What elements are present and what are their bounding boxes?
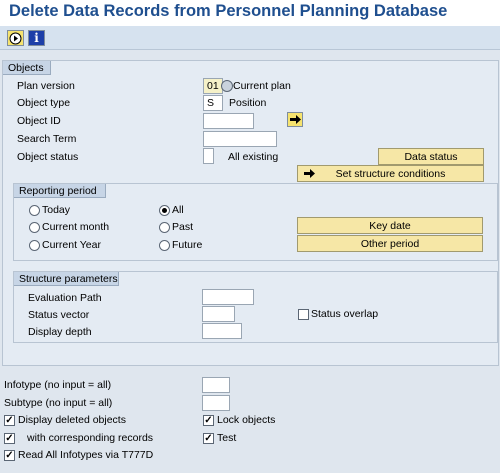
display-deleted-label: Display deleted objects	[18, 414, 126, 426]
object-status-text: All existing	[228, 151, 279, 163]
radio-past-label: Past	[172, 221, 194, 233]
radio-today-label: Today	[42, 204, 71, 216]
object-status-field[interactable]	[203, 148, 214, 164]
search-term-field[interactable]	[203, 131, 277, 147]
subtype-label: Subtype (no input = all)	[4, 397, 113, 409]
object-status-label: Object status	[17, 151, 79, 163]
lock-objects-label: Lock objects	[217, 414, 276, 426]
key-date-button[interactable]: Key date	[297, 217, 483, 234]
evaluation-path-field[interactable]	[202, 289, 254, 305]
lock-objects-checkbox[interactable]: ✓	[203, 415, 214, 426]
radio-future[interactable]	[159, 240, 170, 251]
window-title: Delete Data Records from Personnel Plann…	[0, 0, 500, 26]
other-period-button[interactable]: Other period	[297, 235, 483, 252]
object-id-field[interactable]	[203, 113, 254, 129]
object-type-label: Object type	[17, 97, 71, 109]
object-type-text: Position	[229, 97, 267, 109]
status-overlap-label: Status overlap	[311, 308, 379, 320]
radio-past[interactable]	[159, 222, 170, 233]
display-depth-field[interactable]	[202, 323, 242, 339]
structure-parameters-title: Structure parameters	[14, 272, 119, 286]
infotype-field[interactable]	[202, 377, 230, 393]
subtype-field[interactable]	[202, 395, 230, 411]
status-vector-field[interactable]	[202, 306, 235, 322]
application-toolbar: i	[0, 26, 500, 50]
multiple-selection-icon[interactable]	[287, 112, 303, 127]
radio-future-label: Future	[172, 239, 203, 251]
evaluation-path-label: Evaluation Path	[28, 292, 102, 304]
read-all-infotypes-label: Read All Infotypes via T777D	[18, 449, 154, 461]
structure-conditions-arrow-icon	[304, 169, 315, 178]
test-label: Test	[217, 432, 237, 444]
radio-all-label: All	[172, 204, 184, 216]
with-corresponding-checkbox[interactable]: ✓	[4, 433, 15, 444]
radio-current-month[interactable]	[29, 222, 40, 233]
set-structure-conditions-button[interactable]: Set structure conditions	[297, 165, 484, 182]
search-term-label: Search Term	[17, 133, 77, 145]
execute-icon[interactable]	[7, 30, 24, 46]
reporting-period-title: Reporting period	[14, 184, 106, 198]
structure-parameters-group: Structure parameters Evaluation Path Sta…	[13, 271, 498, 343]
status-vector-label: Status vector	[28, 309, 90, 321]
plan-version-label: Plan version	[17, 80, 75, 92]
radio-current-month-label: Current month	[42, 221, 110, 233]
set-structure-conditions-label: Set structure conditions	[335, 168, 446, 180]
read-all-infotypes-checkbox[interactable]: ✓	[4, 450, 15, 461]
reporting-period-group: Reporting period Today Current month Cur…	[13, 183, 498, 261]
object-id-label: Object ID	[17, 115, 61, 127]
radio-current-year-label: Current Year	[42, 239, 101, 251]
display-depth-label: Display depth	[28, 326, 92, 338]
radio-current-year[interactable]	[29, 240, 40, 251]
objects-group: Objects Plan version 01 Current plan Obj…	[2, 60, 499, 366]
infotype-label: Infotype (no input = all)	[4, 379, 112, 391]
objects-group-title: Objects	[3, 61, 51, 75]
plan-version-field[interactable]: 01	[203, 78, 223, 94]
with-corresponding-label: with corresponding records	[27, 432, 154, 444]
display-deleted-checkbox[interactable]: ✓	[4, 415, 15, 426]
object-type-field[interactable]: S	[203, 95, 223, 111]
plan-version-f4-icon[interactable]	[221, 80, 233, 92]
radio-all[interactable]	[159, 205, 170, 216]
plan-version-text: Current plan	[233, 80, 291, 92]
data-status-button[interactable]: Data status	[378, 148, 484, 165]
test-checkbox[interactable]: ✓	[203, 433, 214, 444]
status-overlap-checkbox[interactable]	[298, 309, 309, 320]
info-icon[interactable]: i	[28, 30, 45, 46]
radio-today[interactable]	[29, 205, 40, 216]
